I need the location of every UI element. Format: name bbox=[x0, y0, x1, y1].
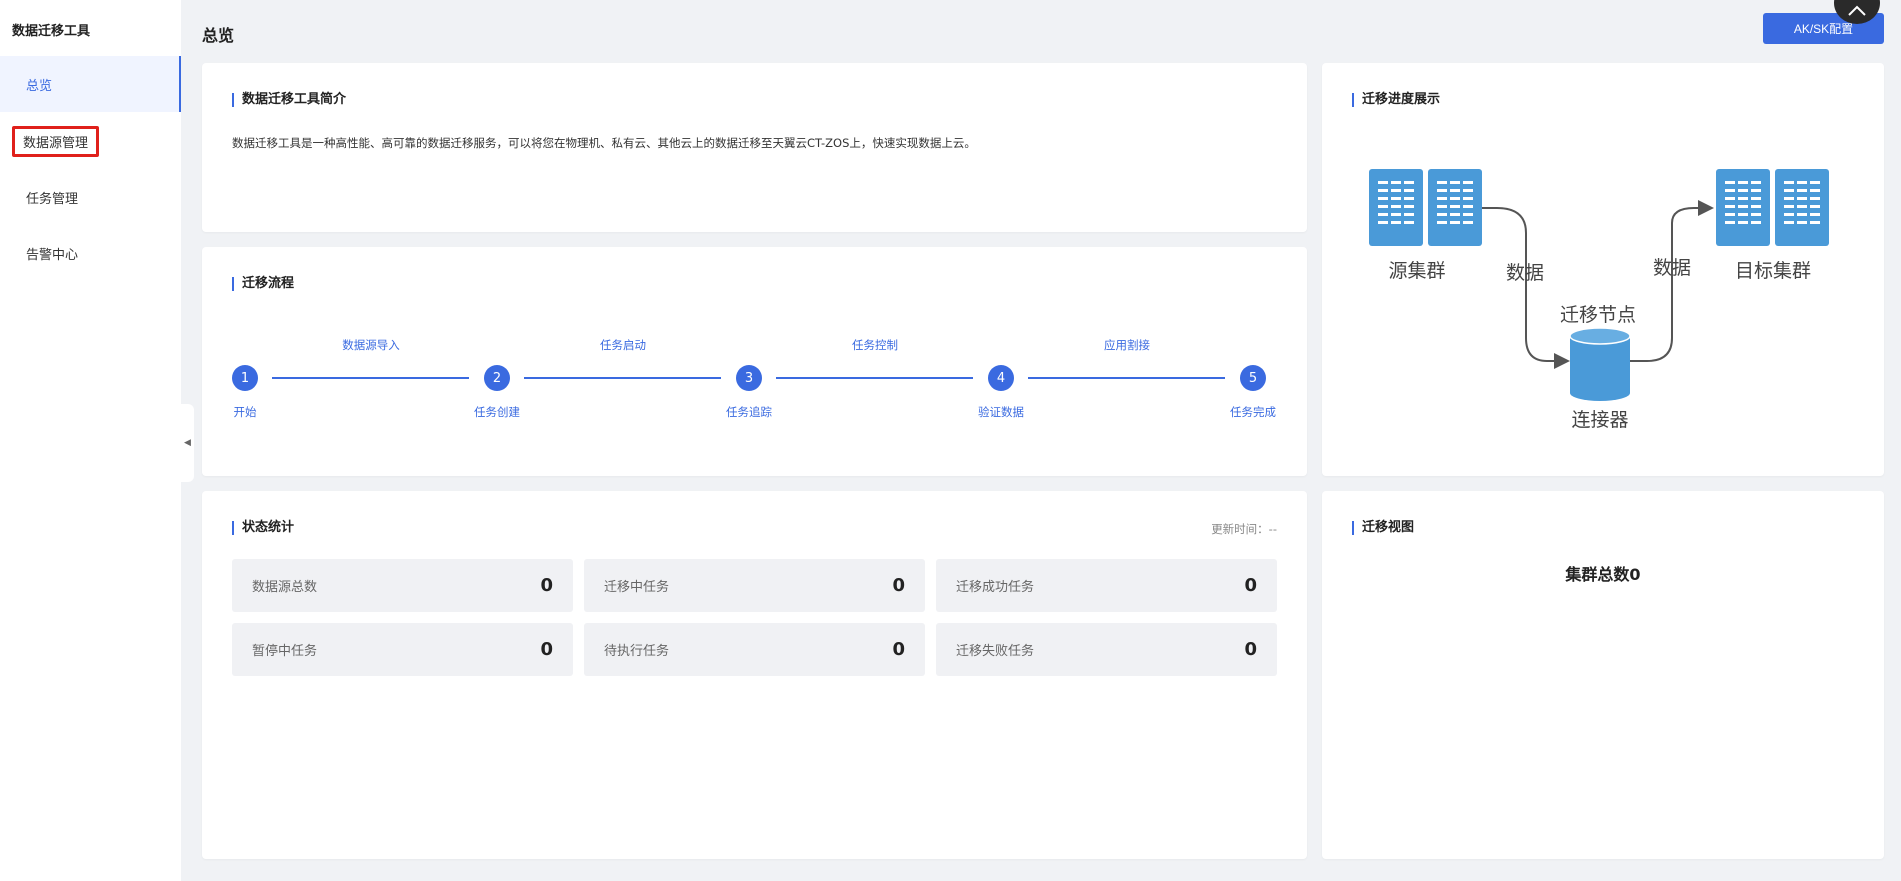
stat-label: 数据源总数 bbox=[252, 580, 318, 595]
stat-label: 迁移成功任务 bbox=[956, 580, 1035, 595]
step-connector bbox=[524, 377, 721, 379]
transition-label: 任务控制 bbox=[852, 338, 898, 352]
stat-box-failed: 迁移失败任务 0 bbox=[936, 623, 1277, 676]
sidebar: 数据迁移工具 总览 数据源管理 任务管理 告警中心 bbox=[0, 0, 181, 881]
source-server-icon bbox=[1369, 169, 1482, 246]
transition-label: 应用割接 bbox=[1104, 338, 1150, 352]
migration-node-label: 迁移节点 bbox=[1560, 304, 1636, 326]
step-connector bbox=[776, 377, 973, 379]
nav-item-tasks[interactable]: 任务管理 bbox=[0, 169, 181, 225]
sidebar-collapse-toggle[interactable]: ◀ bbox=[181, 404, 194, 482]
step-circle: 1 bbox=[232, 365, 258, 391]
stat-value: 0 bbox=[1244, 639, 1257, 660]
stat-value: 0 bbox=[540, 575, 553, 596]
stat-label: 迁移中任务 bbox=[604, 580, 670, 595]
step-circle: 2 bbox=[484, 365, 510, 391]
step-label: 任务追踪 bbox=[726, 405, 772, 419]
flow-arrow-in bbox=[1482, 207, 1570, 369]
stat-value: 0 bbox=[1244, 575, 1257, 596]
migration-view-card: 迁移视图 集群总数0 bbox=[1322, 491, 1884, 859]
step-circle: 3 bbox=[736, 365, 762, 391]
nav-item-label: 总览 bbox=[26, 78, 53, 94]
stats-title: 状态统计 bbox=[232, 521, 294, 535]
nav-item-label: 数据源管理 bbox=[12, 125, 100, 157]
data-label-left: 数据 bbox=[1506, 262, 1544, 284]
update-time: 更新时间：-- bbox=[1211, 522, 1277, 536]
step-label: 任务创建 bbox=[474, 405, 520, 419]
stats-card: 状态统计 更新时间：-- 数据源总数 0 迁移中任务 0 迁移成功任务 0 暂停… bbox=[202, 491, 1307, 859]
stat-box-datasource-total: 数据源总数 0 bbox=[232, 559, 573, 612]
step-circle: 5 bbox=[1240, 365, 1266, 391]
step-connector bbox=[1028, 377, 1225, 379]
brand-title: 数据迁移工具 bbox=[12, 24, 91, 39]
transition-label: 数据源导入 bbox=[342, 338, 400, 352]
stat-label: 暂停中任务 bbox=[252, 644, 318, 659]
step-label: 任务完成 bbox=[1230, 405, 1276, 419]
intro-card: 数据迁移工具简介 数据迁移工具是一种高性能、高可靠的数据迁移服务，可以将您在物理… bbox=[202, 63, 1307, 232]
target-server-icon bbox=[1716, 169, 1829, 246]
cluster-total: 集群总数0 bbox=[1565, 565, 1641, 584]
step-label: 验证数据 bbox=[978, 405, 1024, 419]
nav-item-alerts[interactable]: 告警中心 bbox=[0, 225, 181, 281]
step-label: 开始 bbox=[233, 405, 257, 419]
step-connector bbox=[272, 377, 469, 379]
stat-box-migrating: 迁移中任务 0 bbox=[584, 559, 925, 612]
stat-label: 待执行任务 bbox=[604, 644, 670, 659]
intro-title: 数据迁移工具简介 bbox=[232, 93, 346, 107]
progress-card: 迁移进度展示 源集群 数据 数据 目标集群 迁移节点 连接器 bbox=[1322, 63, 1884, 476]
flow-arrow-out bbox=[1630, 200, 1714, 362]
target-cluster-label: 目标集群 bbox=[1735, 260, 1811, 282]
stat-label: 迁移失败任务 bbox=[956, 644, 1035, 659]
stat-value: 0 bbox=[892, 639, 905, 660]
source-cluster-label: 源集群 bbox=[1388, 260, 1445, 282]
nav-item-datasource[interactable]: 数据源管理 bbox=[0, 113, 181, 169]
flow-card: 迁移流程 数据源导入 任务启动 任务控制 应用割接 1 2 3 4 5 开始 任… bbox=[202, 247, 1307, 476]
transition-label: 任务启动 bbox=[600, 338, 646, 352]
chevron-left-icon: ◀ bbox=[184, 438, 191, 448]
database-icon bbox=[1569, 327, 1631, 401]
nav-item-label: 任务管理 bbox=[26, 191, 79, 207]
stat-box-pending: 待执行任务 0 bbox=[584, 623, 925, 676]
connector-label: 连接器 bbox=[1571, 409, 1628, 431]
step-circle: 4 bbox=[988, 365, 1014, 391]
nav-item-label: 告警中心 bbox=[26, 247, 79, 263]
stat-box-success: 迁移成功任务 0 bbox=[936, 559, 1277, 612]
close-icon bbox=[1848, 5, 1866, 16]
stat-value: 0 bbox=[540, 639, 553, 660]
migration-view-title: 迁移视图 bbox=[1352, 521, 1414, 535]
flow-title: 迁移流程 bbox=[232, 277, 294, 291]
data-label-right: 数据 bbox=[1653, 257, 1691, 279]
intro-text: 数据迁移工具是一种高性能、高可靠的数据迁移服务，可以将您在物理机、私有云、其他云… bbox=[232, 136, 976, 150]
migration-diagram: 源集群 数据 数据 目标集群 迁移节点 连接器 bbox=[1369, 169, 1829, 431]
page-title: 总览 bbox=[202, 26, 235, 45]
stat-value: 0 bbox=[892, 575, 905, 596]
stat-box-paused: 暂停中任务 0 bbox=[232, 623, 573, 676]
nav-item-overview[interactable]: 总览 bbox=[0, 56, 181, 112]
